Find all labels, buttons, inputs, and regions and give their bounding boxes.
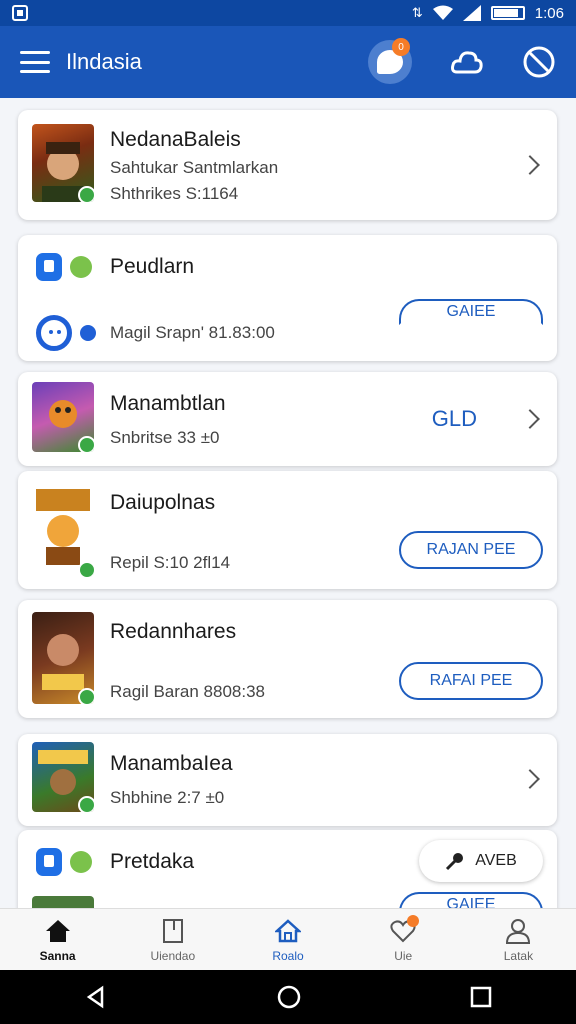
game-thumbnail	[32, 896, 94, 908]
status-bar: ⇅ 1:06	[0, 0, 576, 26]
menu-icon[interactable]	[20, 51, 50, 73]
verified-icon	[78, 436, 94, 452]
list-item[interactable]: NedanaBaleis Sahtukar Santmlarkan Shthri…	[18, 110, 557, 220]
game-thumbnail	[32, 612, 94, 704]
item-title: NedanaBaleis	[110, 128, 241, 151]
list-item[interactable]: Pretdaka AVEB GAIEE	[18, 830, 557, 908]
nav-label: Sanna	[39, 948, 76, 963]
item-subtitle: Snbritse 33 ±0	[110, 428, 220, 447]
app-bar: Ilndasia 0	[0, 26, 576, 98]
aveb-label: AVEB	[475, 852, 517, 869]
recents-icon[interactable]	[470, 986, 492, 1008]
verified-icon	[78, 796, 94, 812]
wifi-icon	[432, 5, 453, 20]
list-item[interactable]: Peudlarn Magil Srapn' 81.83:00 GAIEE	[18, 235, 557, 361]
nav-label: Latak	[503, 948, 534, 963]
home-icon	[44, 917, 72, 945]
list-item[interactable]: ManambaIea Shbhine 2:7 ±0	[18, 734, 557, 826]
vibrate-icon: ⇅	[411, 5, 423, 20]
back-icon[interactable]	[84, 985, 108, 1009]
item-title: Daiupolnas	[110, 491, 216, 514]
bottom-navigation: Sanna Uiendao Roalo Uie Latak	[0, 908, 576, 970]
game-thumbnail	[32, 382, 94, 452]
app-title: Ilndasia	[66, 49, 142, 74]
item-subtitle: Shbhine 2:7 ±0	[110, 788, 225, 807]
book-icon	[159, 917, 187, 945]
system-navigation-bar	[0, 970, 576, 1024]
verified-icon	[78, 688, 94, 704]
cloud-icon	[451, 51, 483, 74]
signal-icon	[462, 5, 481, 21]
chat-button[interactable]: 0	[368, 38, 412, 84]
nav-tab-uiendao[interactable]: Uiendao	[115, 909, 230, 970]
content-list: NedanaBaleis Sahtukar Santmlarkan Shthri…	[0, 98, 576, 908]
nav-label: Roalo	[272, 948, 304, 963]
game-thumbnail	[32, 124, 94, 202]
face-icon	[36, 315, 72, 351]
item-title: Manambtlan	[110, 392, 226, 415]
chat-badge: 0	[392, 38, 410, 56]
item-title: Peudlarn	[110, 255, 195, 278]
app-icon	[36, 253, 62, 281]
item-title: Redannhares	[110, 620, 237, 643]
rafai-pee-button[interactable]: RAFAI PEE	[399, 662, 543, 700]
list-item[interactable]: Manambtlan Snbritse 33 ±0 GLD	[18, 372, 557, 466]
battery-icon	[490, 6, 525, 20]
verified-icon	[78, 561, 94, 577]
list-item[interactable]: Daiupolnas Repil S:10 2fl14 RAJAN PEE	[18, 471, 557, 589]
person-icon	[504, 917, 532, 945]
item-title: Pretdaka	[110, 850, 195, 873]
list-item[interactable]: Redannhares Ragil Baran 8808:38 RAFAI PE…	[18, 600, 557, 718]
gaiee-button[interactable]: GAIEE	[399, 892, 543, 908]
item-subtitle: Repil S:10 2fl14	[110, 553, 231, 572]
nav-label: Uie	[394, 948, 413, 963]
nav-tab-uie[interactable]: Uie	[346, 909, 461, 970]
game-thumbnail	[32, 485, 94, 577]
item-subtitle: Sahtukar Santmlarkan	[110, 158, 279, 177]
nav-tab-sanna[interactable]: Sanna	[0, 909, 115, 970]
dot-icon	[80, 325, 96, 341]
wrench-icon	[446, 853, 464, 871]
game-thumbnail	[32, 742, 94, 812]
item-subtitle: Magil Srapn' 81.83:00	[110, 323, 275, 342]
block-button[interactable]	[522, 45, 556, 79]
item-subtitle: Ragil Baran 8808:38	[110, 682, 266, 701]
rajan-pee-button[interactable]: RAJAN PEE	[399, 531, 543, 569]
chevron-right-icon	[520, 769, 540, 789]
nav-tab-roalo[interactable]: Roalo	[230, 909, 345, 970]
heart-icon	[389, 914, 420, 945]
nav-tab-latak[interactable]: Latak	[461, 909, 576, 970]
verified-icon	[78, 186, 94, 202]
chevron-right-icon	[520, 409, 540, 429]
status-time: 1:06	[534, 4, 564, 22]
home-circle-icon[interactable]	[276, 984, 302, 1010]
currency-label: GLD	[431, 406, 477, 431]
block-icon	[523, 46, 555, 78]
cloud-button[interactable]	[450, 45, 484, 79]
nav-label: Uiendao	[150, 948, 196, 963]
aveb-button[interactable]: AVEB	[419, 840, 543, 882]
status-dot-icon	[70, 256, 92, 278]
item-title: ManambaIea	[110, 752, 233, 775]
item-meta: Shthrikes S:1164	[110, 184, 239, 203]
status-dot-icon	[70, 851, 92, 873]
gaiee-button[interactable]: GAIEE	[399, 299, 543, 325]
app-icon	[36, 848, 62, 876]
house-outline-icon	[274, 917, 302, 945]
app-notification-icon	[12, 5, 28, 21]
notification-badge	[407, 914, 420, 927]
chevron-right-icon	[520, 155, 540, 175]
